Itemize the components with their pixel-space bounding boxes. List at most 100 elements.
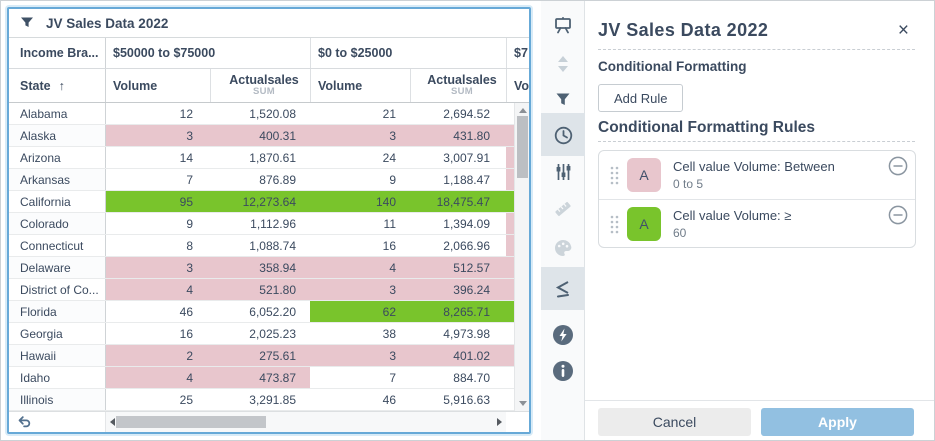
volume-cell[interactable]: 14 (106, 147, 210, 168)
undo-icon[interactable] (17, 415, 32, 430)
actualsales-cell[interactable]: 275.61 (210, 345, 310, 366)
volume-cell[interactable]: 95 (106, 191, 210, 212)
actualsales-cell[interactable]: 2,066.96 (410, 235, 506, 256)
volume-cell[interactable]: 25 (106, 389, 210, 410)
remove-rule-icon[interactable] (888, 156, 908, 176)
sliders-icon[interactable] (541, 157, 585, 187)
actualsales-cell[interactable]: 401.02 (410, 345, 506, 366)
volume-cell[interactable]: 16 (106, 323, 210, 344)
actualsales-cell[interactable]: 6,052.20 (210, 301, 310, 322)
actualsales-cell[interactable]: 1,870.61 (210, 147, 310, 168)
state-cell[interactable]: Connecticut (9, 235, 106, 256)
scroll-down-icon[interactable] (519, 401, 527, 406)
volume-cell[interactable]: 8 (106, 235, 210, 256)
sort-ascending-icon[interactable]: ↑ (59, 79, 65, 93)
state-cell[interactable]: Idaho (9, 367, 106, 388)
drag-handle-icon[interactable] (609, 164, 619, 186)
volume-cell[interactable]: 9 (310, 169, 410, 190)
state-cell[interactable]: California (9, 191, 106, 212)
volume-cell[interactable]: 16 (310, 235, 410, 256)
ruler-icon[interactable] (541, 194, 585, 224)
bracket-header[interactable]: $0 to $25000 (310, 38, 506, 68)
bracket-header[interactable]: $7 (506, 38, 529, 68)
actualsales-cell[interactable]: 1,088.74 (210, 235, 310, 256)
remove-rule-icon[interactable] (888, 205, 908, 225)
volume-cell[interactable]: 38 (310, 323, 410, 344)
state-cell[interactable]: Colorado (9, 213, 106, 234)
volume-cell[interactable]: 7 (310, 367, 410, 388)
filter-icon[interactable] (20, 16, 34, 30)
bracket-header[interactable]: $50000 to $75000 (106, 38, 310, 68)
drag-handle-icon[interactable] (609, 213, 619, 235)
volume-cell[interactable]: 11 (310, 213, 410, 234)
horizontal-scrollbar[interactable] (106, 412, 506, 432)
volume-cell[interactable]: 12 (106, 103, 210, 124)
info-icon[interactable] (541, 356, 585, 386)
volume-cell[interactable]: 3 (106, 125, 210, 146)
state-cell[interactable]: Hawaii (9, 345, 106, 366)
actualsales-column-header[interactable]: Actualsales SUM (410, 69, 506, 102)
actualsales-cell[interactable]: 358.94 (210, 257, 310, 278)
state-cell[interactable]: District of Co... (9, 279, 106, 300)
volume-cell[interactable]: 3 (310, 125, 410, 146)
actualsales-cell[interactable]: 12,273.64 (210, 191, 310, 212)
actualsales-cell[interactable]: 431.80 (410, 125, 506, 146)
actualsales-cell[interactable]: 1,112.96 (210, 213, 310, 234)
actualsales-cell[interactable]: 512.57 (410, 257, 506, 278)
volume-cell[interactable]: 3 (106, 257, 210, 278)
actualsales-cell[interactable]: 1,520.08 (210, 103, 310, 124)
actualsales-cell[interactable]: 400.31 (210, 125, 310, 146)
pivot-widget[interactable]: JV Sales Data 2022 Income Bra... $50000 … (7, 7, 531, 434)
state-cell[interactable]: Arizona (9, 147, 106, 168)
clock-icon[interactable] (541, 120, 585, 150)
actualsales-cell[interactable]: 8,265.71 (410, 301, 506, 322)
volume-cell[interactable]: 21 (310, 103, 410, 124)
actualsales-cell[interactable]: 3,291.85 (210, 389, 310, 410)
actualsales-cell[interactable]: 18,475.47 (410, 191, 506, 212)
sort-icon[interactable] (541, 49, 585, 79)
state-cell[interactable]: Alaska (9, 125, 106, 146)
vertical-scroll-thumb[interactable] (517, 116, 528, 178)
filter-icon[interactable] (541, 85, 585, 115)
bolt-icon[interactable] (541, 320, 585, 350)
actualsales-cell[interactable]: 1,188.47 (410, 169, 506, 190)
actualsales-cell[interactable]: 3,007.91 (410, 147, 506, 168)
actualsales-cell[interactable]: 5,916.63 (410, 389, 506, 410)
volume-cell[interactable]: 46 (310, 389, 410, 410)
presentation-icon[interactable] (541, 10, 585, 40)
state-cell[interactable]: Georgia (9, 323, 106, 344)
actualsales-cell[interactable]: 876.89 (210, 169, 310, 190)
state-cell[interactable]: Arkansas (9, 169, 106, 190)
state-cell[interactable]: Delaware (9, 257, 106, 278)
volume-cell[interactable]: 24 (310, 147, 410, 168)
scroll-right-icon[interactable] (497, 418, 502, 426)
vertical-scrollbar[interactable] (514, 103, 529, 411)
state-cell[interactable]: Florida (9, 301, 106, 322)
volume-cell[interactable]: 4 (106, 367, 210, 388)
actualsales-cell[interactable]: 2,694.52 (410, 103, 506, 124)
horizontal-scroll-thumb[interactable] (116, 416, 266, 428)
volume-column-header[interactable]: Volume (106, 69, 210, 102)
state-cell[interactable]: Alabama (9, 103, 106, 124)
actualsales-cell[interactable]: 2,025.23 (210, 323, 310, 344)
volume-cell[interactable]: 7 (106, 169, 210, 190)
rule-color-swatch[interactable]: A (627, 158, 661, 192)
cancel-button[interactable]: Cancel (598, 408, 751, 436)
volume-cell[interactable]: 62 (310, 301, 410, 322)
actualsales-cell[interactable]: 884.70 (410, 367, 506, 388)
scroll-left-icon[interactable] (110, 418, 115, 426)
volume-cell[interactable]: 140 (310, 191, 410, 212)
state-cell[interactable]: Illinois (9, 389, 106, 410)
volume-column-header[interactable]: Volume (310, 69, 410, 102)
volume-cell[interactable]: 3 (310, 345, 410, 366)
volume-cell[interactable]: 9 (106, 213, 210, 234)
actualsales-column-header[interactable]: Actualsales SUM (210, 69, 310, 102)
actualsales-cell[interactable]: 473.87 (210, 367, 310, 388)
volume-column-header-partial[interactable]: Volume (506, 69, 529, 102)
state-column-header[interactable]: State ↑ (9, 69, 106, 102)
apply-button[interactable]: Apply (761, 408, 914, 436)
volume-cell[interactable]: 2 (106, 345, 210, 366)
actualsales-cell[interactable]: 521.80 (210, 279, 310, 300)
close-icon[interactable]: × (898, 21, 909, 40)
volume-cell[interactable]: 46 (106, 301, 210, 322)
